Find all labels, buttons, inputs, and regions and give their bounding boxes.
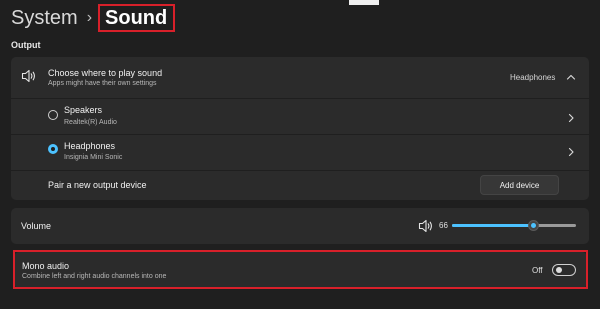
mono-audio-card: Mono audio Combine left and right audio … bbox=[14, 252, 587, 288]
choose-output-row[interactable]: Choose where to play sound Apps might ha… bbox=[11, 57, 589, 98]
breadcrumb-separator: › bbox=[86, 9, 93, 26]
radio-headphones[interactable] bbox=[48, 144, 58, 154]
choose-output-title: Choose where to play sound bbox=[48, 68, 163, 78]
chevron-right-icon[interactable] bbox=[567, 147, 575, 157]
speaker-icon bbox=[21, 69, 35, 83]
output-card: Choose where to play sound Apps might ha… bbox=[11, 57, 589, 200]
device-detail-speakers: Realtek(R) Audio bbox=[64, 119, 117, 126]
device-row-speakers[interactable]: Speakers Realtek(R) Audio bbox=[11, 99, 589, 134]
toggle-knob bbox=[556, 267, 562, 273]
add-device-button[interactable]: Add device bbox=[480, 175, 559, 195]
radio-speakers[interactable] bbox=[48, 110, 58, 120]
volume-slider-thumb[interactable] bbox=[528, 220, 539, 231]
volume-slider-fill bbox=[452, 224, 534, 227]
pair-device-row: Pair a new output device Add device bbox=[11, 171, 589, 200]
volume-card: Volume 66 bbox=[11, 208, 589, 244]
device-name-speakers: Speakers bbox=[64, 105, 103, 115]
breadcrumb-system[interactable]: System bbox=[11, 4, 78, 32]
speaker-icon[interactable] bbox=[418, 219, 434, 233]
pair-device-label: Pair a new output device bbox=[48, 180, 147, 190]
volume-value: 66 bbox=[439, 221, 448, 230]
device-detail-headphones: Insignia Mini Sonic bbox=[64, 154, 123, 161]
device-row-headphones[interactable]: Headphones Insignia Mini Sonic bbox=[11, 135, 589, 170]
chevron-right-icon[interactable] bbox=[567, 113, 575, 123]
output-section-title: Output bbox=[11, 40, 41, 50]
sound-settings-page: System › Sound Output Choose where to pl… bbox=[0, 0, 600, 309]
breadcrumb: System › Sound bbox=[11, 4, 176, 32]
mono-audio-subtitle: Combine left and right audio channels in… bbox=[22, 273, 167, 280]
choose-output-subtitle: Apps might have their own settings bbox=[48, 80, 157, 87]
mono-audio-toggle[interactable] bbox=[552, 264, 576, 276]
top-edge-artifact bbox=[349, 0, 379, 5]
page-title: Sound bbox=[98, 4, 176, 32]
mono-audio-state: Off bbox=[532, 266, 543, 275]
chevron-up-icon[interactable] bbox=[566, 73, 576, 81]
volume-label: Volume bbox=[21, 221, 52, 231]
selected-output-value: Headphones bbox=[510, 73, 556, 82]
mono-audio-title: Mono audio bbox=[22, 261, 70, 271]
device-name-headphones: Headphones bbox=[64, 141, 116, 151]
